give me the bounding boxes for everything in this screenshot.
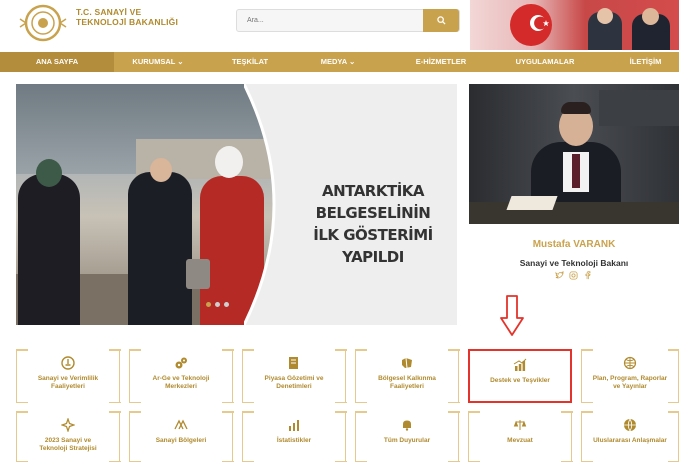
tile-label: 2023 Sanayi ve (44, 437, 92, 444)
tile-market-surveillance[interactable]: Piyasa Gözetimi ve Denetimleri (241, 349, 347, 403)
tile-statistics[interactable]: İstatistikler (241, 411, 347, 462)
slider-pagination (206, 302, 229, 307)
statistics-icon (289, 420, 299, 431)
network-globe-icon (623, 356, 637, 370)
facebook-icon[interactable] (583, 271, 592, 280)
background-sign (599, 90, 679, 126)
slider-dot[interactable] (215, 302, 220, 307)
person-2 (128, 172, 192, 325)
tile-label: Merkezleri (165, 383, 197, 390)
tile-industry-productivity[interactable]: Sanayi ve Verimlilik Faaliyetleri (15, 349, 121, 403)
portrait-right-face (642, 8, 659, 25)
desk-papers (506, 196, 558, 210)
tile-label: Uluslararası Anlaşmalar (593, 437, 667, 444)
search-input[interactable] (237, 10, 423, 31)
news-slider[interactable]: ANTARKTİKA BELGESELİNİN İLK GÖSTERİMİ YA… (16, 84, 457, 325)
crescent-star-icon (530, 15, 550, 31)
tile-label: Mevzuat (507, 437, 533, 444)
portrait-left-face (597, 8, 613, 24)
tile-international-agreements[interactable]: Uluslararası Anlaşmalar (580, 411, 679, 462)
slider-dot[interactable] (224, 302, 229, 307)
scales-icon (513, 420, 527, 430)
tile-label: Teknoloji Stratejisi (39, 445, 97, 452)
tile-rnd-centers[interactable]: Ar-Ge ve Teknoloji Merkezleri (128, 349, 234, 403)
slide-curve-divider (244, 84, 304, 325)
slider-headline[interactable]: ANTARKTİKA BELGESELİNİN İLK GÖSTERİMİ YA… (298, 180, 448, 268)
nav-item-media[interactable]: MEDYA ⌄ (296, 52, 380, 72)
main-nav: ANA SAYFA KURUMSAL ⌄ TEŞKİLAT MEDYA ⌄ E-… (0, 52, 679, 72)
site-header: T.C. SANAYİ VE TEKNOLOJİ BAKANLIĞI (0, 0, 679, 52)
person-1 (18, 174, 80, 325)
brand-line-2: TEKNOLOJİ BAKANLIĞI (76, 17, 179, 27)
search-icon (436, 16, 446, 25)
ministry-brand[interactable]: T.C. SANAYİ VE TEKNOLOJİ BAKANLIĞI (76, 7, 178, 27)
tile-label: Faaliyetleri (390, 383, 424, 390)
tile-label: Denetimleri (276, 383, 312, 390)
person-3-head (215, 146, 243, 178)
tile-all-announcements[interactable]: Tüm Duyurular (354, 411, 460, 462)
map-region-icon (402, 357, 412, 369)
nav-item-home[interactable]: ANA SAYFA (0, 52, 114, 72)
nav-item-apps[interactable]: UYGULAMALAR (500, 52, 590, 72)
minister-name[interactable]: Mustafa VARANK (469, 239, 679, 250)
tile-label: Plan, Program, Raporlar (592, 375, 668, 382)
gears-icon (175, 357, 187, 369)
tile-label: Bölgesel Kalkınma (378, 375, 436, 382)
search-box (236, 9, 460, 32)
tile-2023-strategy[interactable]: 2023 Sanayi ve Teknoloji Stratejisi (15, 411, 121, 462)
tile-label: İstatistikler (276, 437, 312, 444)
tile-label: Faaliyetleri (51, 383, 85, 390)
slider-dot[interactable] (206, 302, 211, 307)
nav-item-contact[interactable]: İLETİŞİM (612, 52, 679, 72)
slider-headline-line-2: İLK GÖSTERİMİ YAPILDI (313, 226, 433, 266)
desk (469, 202, 679, 224)
nav-item-corporate[interactable]: KURUMSAL ⌄ (114, 52, 202, 72)
tile-regional-development[interactable]: Bölgesel Kalkınma Faaliyetleri (354, 349, 460, 403)
tile-legislation[interactable]: Mevzuat (467, 411, 573, 462)
twitter-icon[interactable] (555, 271, 564, 280)
down-arrow-icon (500, 295, 524, 336)
tile-label: Ar-Ge ve Teknoloji (152, 375, 210, 382)
minister-social-links (548, 271, 598, 280)
person-1-head (36, 159, 62, 187)
tile-support-incentives[interactable]: Destek ve Teşvikler (468, 349, 572, 403)
search-button[interactable] (423, 9, 459, 32)
ministry-logo-icon[interactable] (18, 3, 68, 43)
minister-hair (561, 102, 591, 114)
industrial-zone-icon (174, 419, 188, 430)
tile-label: Tüm Duyurular (383, 437, 431, 444)
factory-gauge-icon (61, 356, 75, 370)
nav-item-organization[interactable]: TEŞKİLAT (208, 52, 292, 72)
minister-title: Sanayi ve Teknoloji Bakanı (519, 258, 629, 268)
person-2-head (150, 158, 172, 182)
tile-label: Piyasa Gözetimi ve (264, 375, 324, 382)
tile-plans-reports[interactable]: Plan, Program, Raporlar ve Yayınlar (580, 349, 679, 403)
slider-headline-line-1: ANTARKTİKA BELGESELİNİN (315, 182, 431, 222)
header-banner-image (470, 0, 679, 50)
tile-label: Destek ve Teşvikler (490, 377, 550, 384)
minister-tie (572, 154, 580, 188)
bell-icon (403, 420, 411, 431)
tile-label: Sanayi Bölgeleri (155, 437, 207, 444)
compass-icon (61, 418, 75, 432)
nav-item-e-services[interactable]: E-HİZMETLER (396, 52, 486, 72)
bar-chart-icon (513, 358, 527, 371)
globe-icon (624, 418, 636, 432)
tile-label: ve Yayınlar (613, 383, 647, 390)
brand-line-1: T.C. SANAYİ VE (76, 7, 142, 17)
handbag (186, 259, 210, 289)
instagram-icon[interactable] (568, 271, 578, 280)
document-check-icon (289, 357, 298, 369)
minister-photo[interactable] (469, 84, 679, 224)
tile-industrial-zones[interactable]: Sanayi Bölgeleri (128, 411, 234, 462)
tile-label: Sanayi ve Verimlilik (37, 375, 99, 382)
